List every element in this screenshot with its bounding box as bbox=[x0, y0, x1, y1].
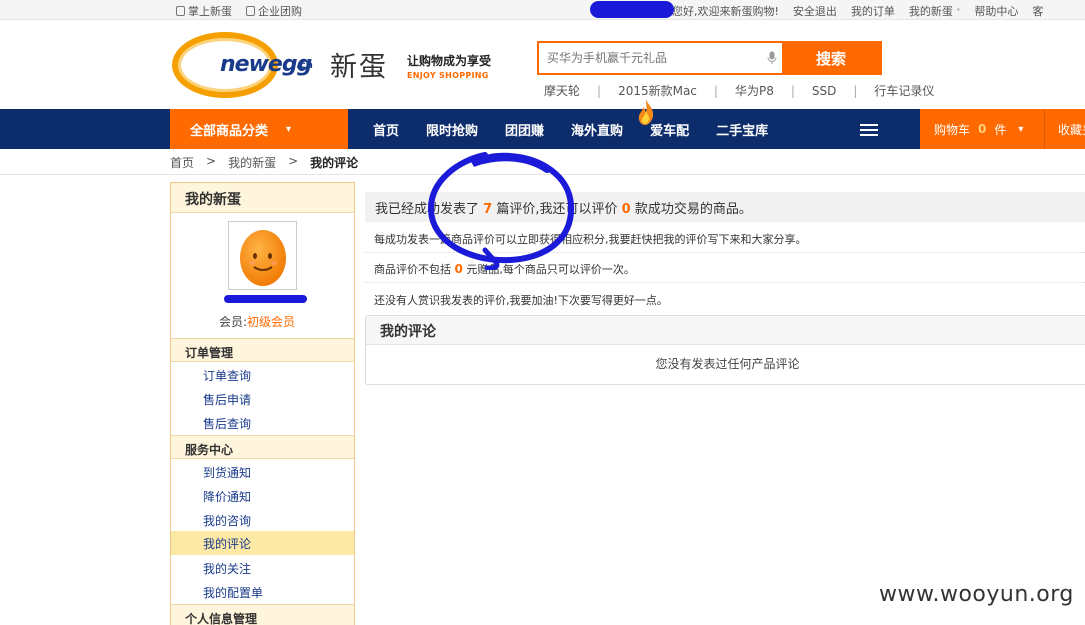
my-newegg-link[interactable]: 我的新蛋 ˅ bbox=[909, 3, 961, 19]
chevron-down-icon: ▾ bbox=[1018, 123, 1024, 135]
slogan: 让购物成为享受 bbox=[407, 54, 492, 68]
nav-second-hand[interactable]: 二手宝库 bbox=[716, 120, 768, 139]
hotword-link[interactable]: 摩天轮 bbox=[544, 82, 580, 99]
cart-count: 0 bbox=[978, 122, 987, 136]
my-reviews-panel: 我的评论 您没有发表过任何产品评论 bbox=[365, 315, 1085, 385]
sidebar-item-my-configs[interactable]: 我的配置单 bbox=[203, 584, 263, 601]
service-link[interactable]: 客 bbox=[1032, 3, 1043, 19]
hotword-link[interactable]: 2015新款Mac bbox=[618, 82, 697, 99]
remaining-count: 0 bbox=[621, 202, 631, 217]
search-button[interactable]: 搜索 bbox=[782, 43, 880, 73]
breadcrumb-current: 我的评论 bbox=[310, 156, 359, 170]
sidebar-item-aftersale-apply[interactable]: 售后申请 bbox=[203, 391, 251, 408]
menu-icon[interactable] bbox=[860, 124, 878, 136]
sidebar-item-my-questions[interactable]: 我的咨询 bbox=[203, 512, 251, 529]
my-orders-link[interactable]: 我的订单 bbox=[851, 3, 895, 19]
nav-home[interactable]: 首页 bbox=[373, 120, 399, 139]
fire-icon bbox=[638, 99, 654, 125]
mobile-link[interactable]: 掌上新蛋 bbox=[176, 3, 232, 19]
cart-button[interactable]: 购物车 0 件 ▾ bbox=[920, 109, 1044, 149]
search-bar: 搜索 bbox=[537, 41, 882, 75]
main-nav: 全部商品分类 ▾ 首页 限时抢购 团团赚 海外直购 爱车配 二手宝库 购物车 0… bbox=[0, 109, 1085, 149]
top-bar: 掌上新蛋 企业团购 您好,欢迎来新蛋购物! 安全退出 我的订单 我的新蛋 ˅ 帮… bbox=[0, 0, 1085, 20]
member-level: 会员:初级会员 bbox=[219, 315, 296, 329]
info-points: 每成功发表一篇商品评价可以立即获得相应积分,我要赶快把我的评价写下来和大家分享。 bbox=[365, 223, 1085, 253]
newegg-logo[interactable]: newegg .cn bbox=[172, 30, 322, 98]
brand-cn: 新蛋 bbox=[330, 52, 388, 83]
help-link[interactable]: 帮助中心 bbox=[974, 3, 1018, 19]
chevron-down-icon: ˅ bbox=[956, 8, 961, 17]
favorites-button[interactable]: 收藏夹 bbox=[1044, 109, 1085, 149]
info-appreciation: 还没有人赏识我发表的评价,我要加油!下次要写得更好一点。 bbox=[374, 294, 668, 307]
section-personal-info: 个人信息管理 bbox=[171, 604, 354, 625]
divider bbox=[0, 174, 1085, 175]
hotword-link[interactable]: SSD bbox=[812, 84, 836, 98]
hotword-link[interactable]: 华为P8 bbox=[735, 82, 774, 99]
logout-link[interactable]: 安全退出 bbox=[793, 3, 837, 19]
redaction-scribble bbox=[224, 295, 307, 303]
phone-icon bbox=[176, 6, 185, 16]
redaction-scribble bbox=[590, 1, 674, 18]
sidebar: 我的新蛋 会员:初级会员 订单管理 订单查询 售后申请 售后查询 服务中心 到货… bbox=[170, 182, 355, 625]
reviews-title: 我的评论 bbox=[366, 316, 1085, 345]
sidebar-item-my-follows[interactable]: 我的关注 bbox=[203, 560, 251, 577]
avatar[interactable] bbox=[228, 221, 297, 290]
breadcrumb-home[interactable]: 首页 bbox=[170, 154, 194, 171]
sidebar-item-aftersale-query[interactable]: 售后查询 bbox=[203, 415, 251, 432]
sidebar-item-price-notice[interactable]: 降价通知 bbox=[203, 488, 251, 505]
reviews-empty-message: 您没有发表过任何产品评论 bbox=[655, 357, 800, 371]
sidebar-item-order-query[interactable]: 订单查询 bbox=[203, 367, 251, 384]
info-exclusion: 商品评价不包括 0 元赠品,每个商品只可以评价一次。 bbox=[365, 253, 1085, 283]
hotword-link[interactable]: 行车记录仪 bbox=[874, 82, 934, 99]
section-service-center: 服务中心 bbox=[171, 435, 354, 459]
review-summary: 我已经成功发表了 7 篇评价,我还可以评价 0 款成功交易的商品。 bbox=[365, 192, 1085, 222]
sidebar-title: 我的新蛋 bbox=[171, 183, 354, 213]
all-categories-button[interactable]: 全部商品分类 ▾ bbox=[170, 109, 348, 149]
enterprise-link[interactable]: 企业团购 bbox=[246, 3, 302, 19]
watermark: www.wooyun.org bbox=[879, 582, 1074, 607]
hot-search-words: 摩天轮 | 2015新款Mac | 华为P8 | SSD | 行车记录仪 bbox=[544, 82, 935, 99]
chevron-down-icon: ▾ bbox=[286, 123, 292, 135]
group-icon bbox=[246, 6, 255, 16]
egg-avatar-icon bbox=[239, 229, 286, 286]
nav-flash-sale[interactable]: 限时抢购 bbox=[426, 120, 478, 139]
breadcrumb: 首页 > 我的新蛋 > 我的评论 bbox=[170, 154, 359, 171]
member-level-link[interactable]: 初级会员 bbox=[247, 315, 295, 329]
section-order-management: 订单管理 bbox=[171, 338, 354, 362]
slogan-en: ENJOY SHOPPING bbox=[407, 71, 489, 80]
sidebar-item-my-reviews[interactable]: 我的评论 bbox=[171, 531, 354, 555]
nav-group-earn[interactable]: 团团赚 bbox=[505, 120, 544, 139]
sidebar-item-arrival-notice[interactable]: 到货通知 bbox=[203, 464, 251, 481]
nav-overseas[interactable]: 海外直购 bbox=[571, 120, 623, 139]
microphone-icon[interactable] bbox=[762, 43, 782, 73]
published-count: 7 bbox=[483, 202, 493, 217]
breadcrumb-my-newegg[interactable]: 我的新蛋 bbox=[228, 154, 276, 171]
search-input[interactable] bbox=[539, 43, 762, 73]
cart-label: 购物车 bbox=[934, 122, 971, 137]
